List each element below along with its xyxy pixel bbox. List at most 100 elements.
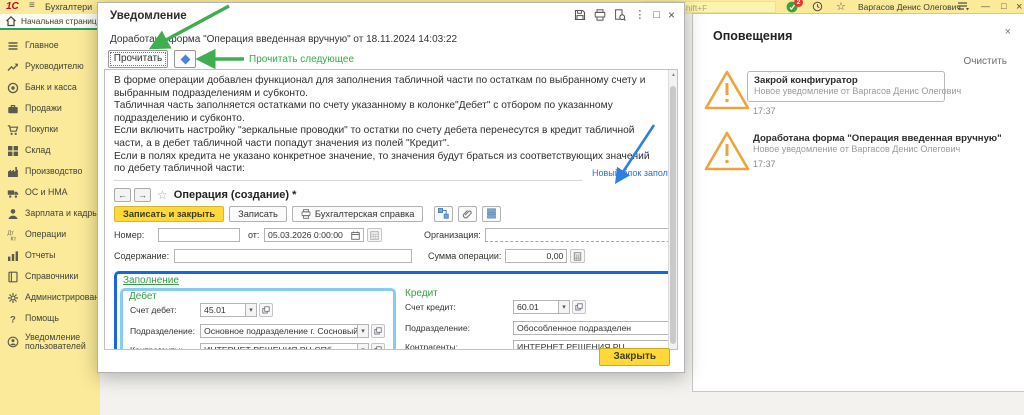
close-window-icon[interactable]: × — [1016, 1, 1022, 13]
calculator-icon — [570, 249, 586, 264]
sidebar-item-spravochniki[interactable]: Справочники — [0, 266, 100, 287]
sidebar-item-proizvodstvo[interactable]: Производство — [0, 161, 100, 182]
bars-icon — [8, 250, 18, 261]
maximize-window-icon[interactable]: □ — [1001, 1, 1006, 11]
number-input — [158, 228, 240, 243]
body-paragraph: В форме операции добавлен функционал для… — [114, 75, 646, 99]
factory-icon — [8, 166, 18, 177]
favorite-star-icon: ☆ — [157, 187, 168, 202]
more-menu-icon[interactable]: ⋮ — [634, 9, 645, 21]
minimize-window-icon[interactable]: — — [981, 1, 990, 11]
read-button[interactable]: Прочитать — [108, 50, 168, 68]
print-icon — [301, 209, 311, 219]
print-icon[interactable] — [594, 9, 606, 21]
1c-logo: 1С — [6, 1, 19, 12]
app-title: Бухгалтери — [45, 2, 93, 12]
fill-section-highlight: Заполнение Дебет Счет дебет: 45.01 ▾ Под… — [114, 270, 677, 350]
body-paragraph: Если включить настройку "зеркальные пров… — [114, 125, 635, 149]
open-link-icon — [371, 324, 385, 339]
credit-title: Кредит — [405, 287, 438, 299]
scrollbar-thumb[interactable] — [670, 86, 676, 344]
open-link-icon — [259, 303, 273, 318]
forward-arrow-icon: → — [134, 187, 151, 202]
menu-icon — [8, 41, 18, 50]
tab-row: Начальная страница — [0, 14, 101, 30]
save-icon[interactable] — [574, 9, 586, 21]
sidebar-item-zarplata-i-kadry[interactable]: Зарплата и кадры — [0, 203, 100, 224]
clear-notifications-link[interactable]: Очистить — [963, 56, 1007, 67]
maximize-dialog-icon[interactable]: □ — [653, 9, 660, 21]
trend-icon — [7, 63, 18, 71]
notification-item[interactable]: Закрой конфигуратор Новое уведомление от… — [747, 71, 961, 102]
tab-home[interactable]: Начальная страница — [0, 14, 101, 30]
read-next-button[interactable] — [174, 50, 196, 68]
debit-contractor-label: Контрагенты: — [130, 345, 200, 349]
notification-title: Доработана форма "Операция введенная вру… — [753, 133, 1002, 144]
sidebar-item-sklad[interactable]: Склад — [0, 140, 100, 161]
notification-subtitle: Новое уведомление от Варгасов Денис Олег… — [753, 144, 961, 154]
credit-account-input: 60.01 — [513, 300, 559, 315]
sidebar-item-bank-i-kassa[interactable]: Банк и касса — [0, 77, 100, 98]
date-input: 05.03.2026 0:00:00 — [264, 228, 364, 243]
close-dialog-icon[interactable]: × — [668, 9, 675, 21]
panel-close-icon[interactable]: × — [1005, 26, 1011, 38]
sidebar-item-glavnoe[interactable]: Главное — [0, 35, 100, 56]
sidebar-item-rukovoditelyu[interactable]: Руководителю — [0, 56, 100, 77]
dropdown-icon: ▾ — [358, 343, 369, 349]
sidebar-item-administrirovanie[interactable]: Администрирование — [0, 287, 109, 308]
svg-text:?: ? — [10, 314, 16, 325]
back-arrow-icon: ← — [114, 187, 131, 202]
notification-count-badge: 2 — [794, 0, 803, 7]
briefcase-icon — [8, 104, 18, 113]
credit-contractor-label: Контрагенты: — [405, 342, 458, 350]
date-label: от: — [248, 230, 260, 241]
sidebar-item-prodazhi[interactable]: Продажи — [0, 98, 100, 119]
favorites-star-icon[interactable]: ☆ — [836, 1, 846, 13]
sidebar-item-pokupki[interactable]: Покупки — [0, 119, 100, 140]
dtkt-icon: ДтКт — [8, 230, 17, 241]
form-accounting-ref-button: Бухгалтерская справка — [291, 205, 424, 222]
organization-input — [484, 228, 677, 243]
text-area-scrollbar[interactable]: ▲ — [668, 70, 677, 349]
registry-list-icon — [482, 205, 502, 222]
debit-title: Дебет — [129, 290, 157, 302]
sidebar-item-os-i-nma[interactable]: ОС и НМА — [0, 182, 100, 203]
notification-time: 17:37 — [753, 159, 776, 169]
user-circle-icon — [7, 336, 19, 348]
cart-icon — [7, 124, 19, 135]
sidebar-item-pomosch[interactable]: ? Помощь — [0, 308, 100, 329]
debit-account-input: 45.01 — [200, 303, 246, 318]
fill-link: Заполнение — [123, 274, 179, 286]
notification-time: 17:37 — [753, 106, 776, 116]
sum-label: Сумма операции: — [428, 251, 502, 262]
sidebar-item-uvedomlenie-polzovateley[interactable]: Уведомление пользователей — [0, 329, 100, 355]
svg-text:Кт: Кт — [11, 236, 17, 241]
current-user-name[interactable]: Варгасов Денис Олегович — [858, 2, 961, 12]
calendar-icon — [351, 231, 360, 240]
notifications-panel: Оповещения × Очистить Закрой конфигурато… — [692, 13, 1024, 392]
sidebar-item-operacii[interactable]: Дт Кт Операции — [0, 224, 100, 245]
notification-text-area: В форме операции добавлен функционал для… — [104, 69, 678, 350]
content-label: Содержание: — [114, 251, 170, 262]
question-icon: ? — [10, 314, 16, 325]
person-icon — [8, 208, 18, 219]
notification-body: В форме операции добавлен функционал для… — [105, 70, 677, 176]
sum-input: 0,00 — [505, 249, 568, 264]
form-save-button: Записать — [229, 205, 287, 222]
gear-icon — [8, 292, 18, 303]
warning-triangle-icon — [704, 131, 750, 171]
main-menu-icon[interactable]: ≡ — [29, 0, 35, 11]
scroll-up-icon[interactable]: ▲ — [669, 72, 677, 78]
dialog-close-button[interactable]: Закрыть — [599, 348, 670, 366]
show-postings-icon — [434, 205, 454, 222]
warning-triangle-icon — [704, 70, 750, 110]
truck-icon — [7, 189, 19, 198]
dialog-title: Уведомление — [110, 10, 187, 22]
embedded-form-screenshot: ← → ☆ Операция (создание) * Записать и з… — [114, 187, 677, 350]
home-icon — [6, 15, 16, 27]
diamond-icon — [180, 54, 190, 65]
notifications-panel-title: Оповещения — [713, 29, 793, 43]
sidebar-item-otchety[interactable]: Отчеты — [0, 245, 100, 266]
notification-item[interactable]: Доработана форма "Операция введенная вру… — [753, 133, 1002, 169]
find-icon[interactable] — [614, 9, 627, 21]
